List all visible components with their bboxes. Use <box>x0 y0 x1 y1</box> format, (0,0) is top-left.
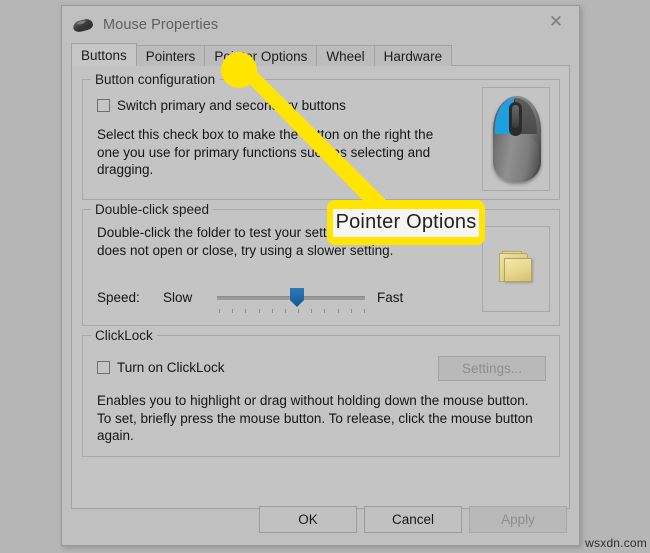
mouse-icon <box>71 17 95 34</box>
apply-button[interactable]: Apply <box>469 506 567 533</box>
double-click-description: Double-click the folder to test your set… <box>97 225 420 258</box>
slider-tick-marks <box>219 309 365 314</box>
mouse-preview <box>482 87 550 191</box>
close-icon[interactable]: ✕ <box>533 6 579 36</box>
switch-buttons-checkbox-row[interactable]: Switch primary and secondary buttons <box>97 98 346 113</box>
switch-buttons-label: Switch primary and secondary buttons <box>117 98 346 113</box>
settings-button[interactable]: Settings... <box>438 356 546 381</box>
button-configuration-description: Select this check box to make the button… <box>97 127 434 177</box>
clicklock-checkbox-row[interactable]: Turn on ClickLock <box>97 360 225 375</box>
tab-hardware[interactable]: Hardware <box>373 45 453 66</box>
double-click-speed-slider-thumb[interactable] <box>290 288 304 307</box>
ok-button[interactable]: OK <box>259 506 357 533</box>
tab-pointer-options[interactable]: Pointer Options <box>204 45 318 66</box>
dialog-footer: OK Cancel Apply <box>62 506 579 536</box>
clicklock-checkbox[interactable] <box>97 361 110 374</box>
double-click-speed-slider-row: Speed: Slow Fast <box>97 284 427 318</box>
group-button-configuration: Button configuration Switch primary and … <box>82 72 560 200</box>
group-label-clicklock: ClickLock <box>91 328 157 343</box>
window-title: Mouse Properties <box>103 17 219 33</box>
clicklock-description: Enables you to highlight or drag without… <box>97 393 533 443</box>
switch-buttons-checkbox[interactable] <box>97 99 110 112</box>
fast-label: Fast <box>377 290 404 305</box>
watermark: wsxdn.com <box>585 536 647 550</box>
group-double-click-speed: Double-click speed Double-click the fold… <box>82 202 560 326</box>
tab-strip: Buttons Pointers Pointer Options Wheel H… <box>71 43 570 66</box>
folder-preview[interactable] <box>482 226 550 312</box>
title-bar: Mouse Properties ✕ <box>62 6 579 44</box>
clicklock-label: Turn on ClickLock <box>117 360 225 375</box>
cancel-button[interactable]: Cancel <box>364 506 462 533</box>
mouse-properties-window: Mouse Properties ✕ Buttons Pointers Poin… <box>61 5 580 546</box>
tab-pointers[interactable]: Pointers <box>135 45 206 66</box>
group-label-button-configuration: Button configuration <box>91 72 220 87</box>
speed-label: Speed: <box>97 290 140 305</box>
slow-label: Slow <box>163 290 193 305</box>
group-clicklock: ClickLock Turn on ClickLock Settings... … <box>82 328 560 457</box>
tab-page-buttons: Button configuration Switch primary and … <box>71 65 570 509</box>
folder-icon[interactable] <box>499 251 535 284</box>
group-label-double-click-speed: Double-click speed <box>91 202 214 217</box>
mouse-preview-icon <box>491 96 543 184</box>
tab-wheel[interactable]: Wheel <box>316 45 375 66</box>
tab-buttons[interactable]: Buttons <box>71 43 137 66</box>
